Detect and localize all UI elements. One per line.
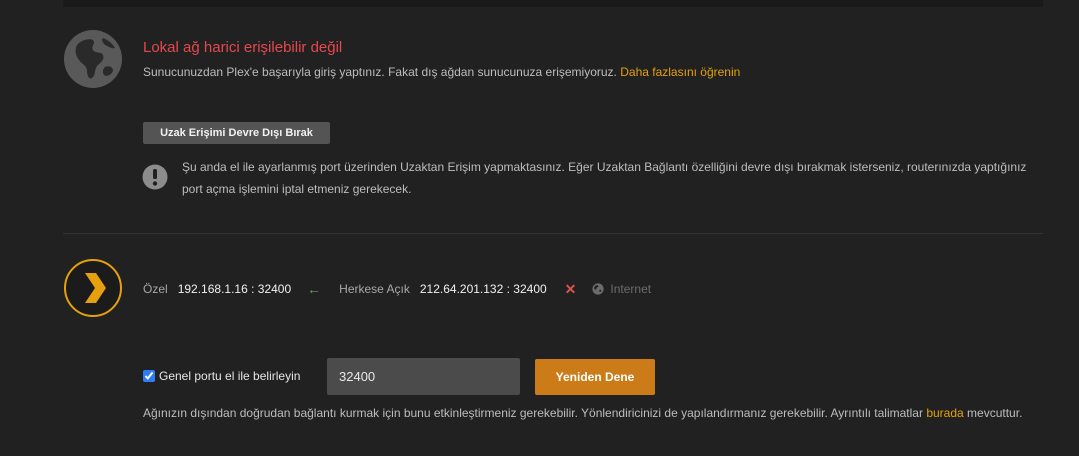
- public-separator: :: [503, 282, 514, 296]
- x-mark-icon: ✕: [564, 280, 577, 297]
- private-port: 32400: [257, 282, 292, 296]
- retry-button[interactable]: Yeniden Dene: [535, 359, 655, 395]
- port-help-text: Ağınızın dışından doğrudan bağlantı kurm…: [143, 402, 1043, 424]
- public-port: 32400: [513, 282, 547, 296]
- help-text-suffix: mevcuttur.: [967, 406, 1023, 420]
- status-description: Sunucunuzdan Plex'e başarıyla giriş yapt…: [143, 65, 740, 79]
- top-panel-edge: [63, 0, 1043, 7]
- exclamation-circle-icon: [142, 164, 168, 190]
- manual-port-label: Genel portu el ile belirleyin: [159, 369, 301, 383]
- manual-port-checkbox[interactable]: [143, 370, 155, 382]
- disable-remote-access-button[interactable]: Uzak Erişimi Devre Dışı Bırak: [143, 122, 330, 144]
- status-title: Lokal ağ harici erişilebilir değil: [143, 39, 343, 56]
- manual-port-option[interactable]: Genel portu el ile belirleyin: [143, 369, 300, 383]
- learn-more-link[interactable]: Daha fazlasını öğrenin: [620, 65, 740, 79]
- globe-icon: [64, 30, 122, 88]
- manual-port-warning: Şu anda el ile ayarlanmış port üzerinden…: [182, 160, 1027, 196]
- private-ip: 192.168.1.16: [177, 282, 248, 296]
- public-ip: 212.64.201.132: [419, 282, 504, 296]
- internet-label: Internet: [610, 282, 652, 296]
- help-text-body: Ağınızın dışından doğrudan bağlantı kurm…: [143, 406, 923, 420]
- private-separator: :: [247, 282, 258, 296]
- public-port-input[interactable]: [327, 358, 520, 395]
- arrow-left-icon: ←: [307, 281, 322, 297]
- section-divider: [63, 233, 1043, 234]
- private-label: Özel: [143, 282, 168, 296]
- plex-chevron-icon: [64, 259, 122, 317]
- instructions-link[interactable]: burada: [926, 406, 963, 420]
- connection-status-row: Özel 192.168.1.16 : 32400 ← Herkese Açık…: [143, 280, 651, 298]
- status-description-text: Sunucunuzdan Plex'e başarıyla giriş yapt…: [143, 65, 617, 79]
- internet-globe-icon: [592, 283, 605, 295]
- public-label: Herkese Açık: [339, 282, 410, 296]
